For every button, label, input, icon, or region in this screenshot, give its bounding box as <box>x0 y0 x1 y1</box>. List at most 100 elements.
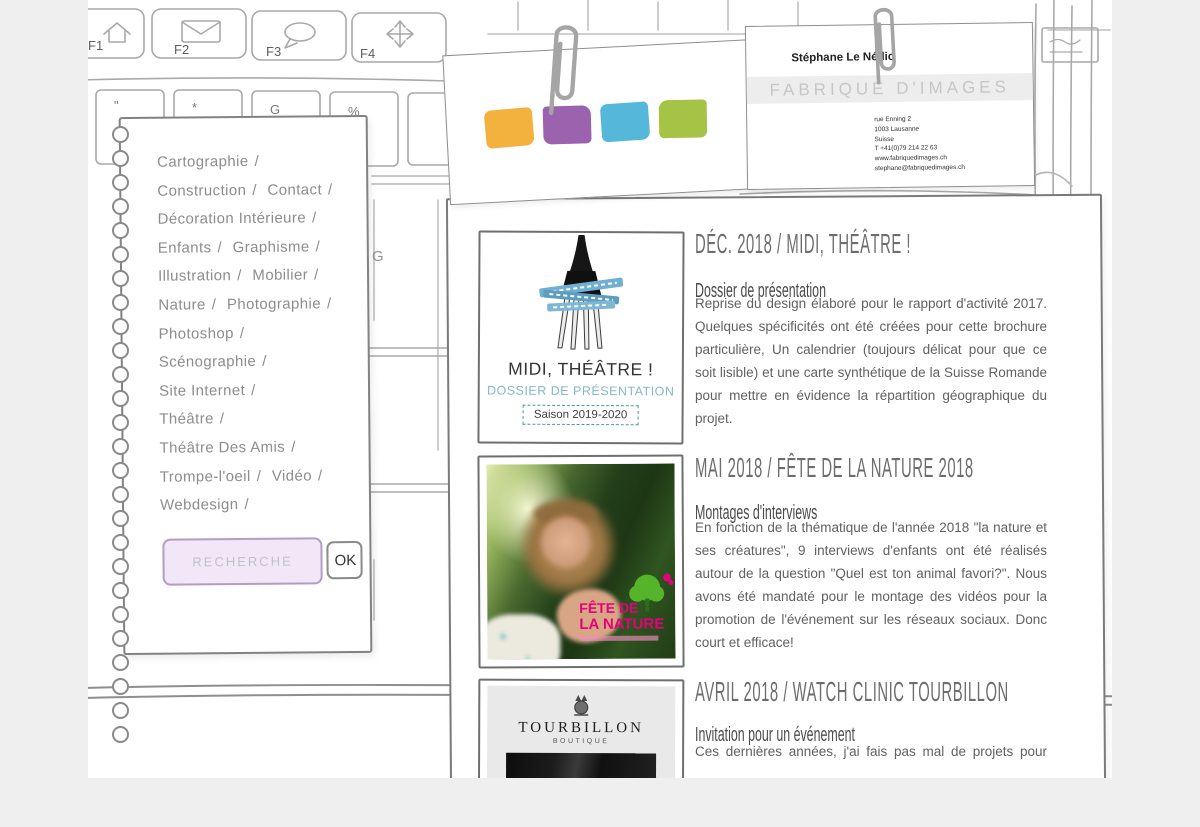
spiral-ring <box>112 510 129 527</box>
spiral-ring <box>112 150 129 167</box>
house-icon <box>104 23 130 42</box>
spiral-ring <box>112 246 129 263</box>
sidebar-item-decoration-interieure[interactable]: Décoration Intérieure <box>157 210 306 228</box>
sidebar-item-cartographie[interactable]: Cartographie <box>157 153 249 171</box>
spiral-ring <box>112 414 129 431</box>
sidebar-item-illustration[interactable]: Illustration <box>158 267 231 285</box>
sidebar-item-mobilier[interactable]: Mobilier <box>252 267 308 284</box>
category-nav: Cartographie/ Construction/Contact/ Déco… <box>157 147 360 520</box>
spiral-ring <box>112 558 129 575</box>
key-label-f4: F4 <box>360 46 375 61</box>
spiral-ring <box>112 486 129 503</box>
sidebar-item-site-internet[interactable]: Site Internet <box>159 382 245 400</box>
key-label-g-mid: G <box>372 248 384 265</box>
spiral-ring <box>112 126 129 143</box>
article-thumbnail-midi-theatre[interactable]: MIDI, THÉÂTRE ! DOSSIER DE PRÉSENTATION … <box>477 230 684 444</box>
spiral-ring <box>112 678 129 695</box>
search-ok-button[interactable]: OK <box>326 541 362 579</box>
nav-separator: / <box>328 181 332 198</box>
spiral-ring <box>112 606 129 623</box>
key-label-f1: F1 <box>88 38 103 53</box>
paperclip-icon <box>537 17 590 120</box>
crest-icon <box>570 692 592 716</box>
fork-icon <box>521 233 642 356</box>
sidebar-item-enfants[interactable]: Enfants <box>158 239 212 256</box>
arrows-icon <box>387 21 413 47</box>
sidebar-item-webdesign[interactable]: Webdesign <box>160 496 239 514</box>
sidebar-item-theatre-des-amis[interactable]: Théâtre Des Amis <box>159 439 285 457</box>
spiral-ring <box>112 318 129 335</box>
nav-separator: / <box>217 239 221 256</box>
spiral-ring <box>112 390 129 407</box>
article-title-fete-nature[interactable]: MAI 2018 / FÊTE DE LA NATURE 2018 <box>695 452 1055 484</box>
key-label-f3: F3 <box>266 44 281 59</box>
sidebar-item-theatre[interactable]: Théâtre <box>159 411 214 428</box>
spiral-ring <box>112 654 129 671</box>
spiral-ring <box>112 438 129 455</box>
sidebar-item-nature[interactable]: Nature <box>158 296 206 313</box>
spiral-ring <box>112 702 129 719</box>
sidebar-item-trompe-loeil[interactable]: Trompe-l'oeil <box>160 467 251 485</box>
page: F1 F2 F3 F4 " * G % G Cartographie/ Cons… <box>0 0 1200 827</box>
spiral-ring <box>112 534 129 551</box>
envelope-icon <box>182 21 220 42</box>
sidebar-item-construction[interactable]: Construction <box>157 182 246 200</box>
nav-separator: / <box>244 496 248 513</box>
nav-separator: / <box>251 382 255 399</box>
spiral-ring <box>112 630 129 647</box>
nav-separator: / <box>212 296 216 313</box>
spiral-binding <box>112 126 129 750</box>
sidebar-item-photoshop[interactable]: Photoshop <box>158 325 233 343</box>
article-thumbnail-fete-nature[interactable]: FÊTE DE LA NATURE <box>477 454 684 668</box>
sidebar-item-photographie[interactable]: Photographie <box>227 295 321 313</box>
thumb-title: MIDI, THÉÂTRE ! <box>508 359 653 381</box>
nav-separator: / <box>316 238 320 255</box>
sidebar-item-graphisme[interactable]: Graphisme <box>233 238 310 256</box>
logo-color-blobs <box>484 99 708 149</box>
spiral-ring <box>112 270 129 287</box>
sidebar-item-contact[interactable]: Contact <box>267 181 322 198</box>
article-title-midi-theatre[interactable]: DÉC. 2018 / MIDI, THÉÂTRE ! <box>695 228 1055 260</box>
nature-photo: FÊTE DE LA NATURE <box>486 464 675 660</box>
nav-separator: / <box>314 267 318 284</box>
thumb-subtitle: DOSSIER DE PRÉSENTATION <box>487 384 675 399</box>
color-blob-green <box>659 99 708 138</box>
nav-separator: / <box>255 153 259 170</box>
nav-separator: / <box>220 411 224 428</box>
sidebar-item-scenographie[interactable]: Scénographie <box>159 353 257 371</box>
address-line: stephane@fabriquedimages.ch <box>875 163 965 174</box>
color-blob-blue <box>600 101 651 142</box>
key-label-quote: " <box>114 98 119 113</box>
article-thumbnail-tourbillon[interactable]: TOURBILLON BOUTIQUE <box>478 679 685 778</box>
spiral-ring <box>112 366 129 383</box>
nav-separator: / <box>327 295 331 312</box>
nav-separator: / <box>252 181 256 198</box>
spiral-ring <box>112 294 129 311</box>
spiral-ring <box>112 342 129 359</box>
nav-separator: / <box>318 467 322 484</box>
watchmaking-photo <box>506 753 656 778</box>
sidebar-item-video[interactable]: Vidéo <box>272 467 312 484</box>
nav-separator: / <box>237 267 241 284</box>
paperclip-icon <box>862 1 906 87</box>
sidebar-notepad: Cartographie/ Construction/Contact/ Déco… <box>119 115 373 655</box>
spiral-ring <box>112 726 129 743</box>
fete-logo-tagline-bar <box>580 636 658 641</box>
spiral-ring <box>112 462 129 479</box>
article-title-tourbillon[interactable]: AVRIL 2018 / WATCH CLINIC TOURBILLON <box>695 676 1055 708</box>
fete-logo-line1: FÊTE DE <box>579 600 638 616</box>
business-card-address: rue Enning 2 1003 Lausanne Suisse T +41(… <box>874 114 965 174</box>
color-blob-orange <box>484 107 535 149</box>
nav-separator: / <box>262 353 266 370</box>
spiral-ring <box>112 582 129 599</box>
article-body: En fonction de la thématique de l'année … <box>695 516 1047 654</box>
key-label-f2: F2 <box>174 42 189 57</box>
search-input[interactable] <box>162 537 322 585</box>
tourbillon-brand: TOURBILLON <box>518 720 644 737</box>
nav-separator: / <box>291 439 295 456</box>
season-badge: Saison 2019-2020 <box>523 405 638 426</box>
nav-separator: / <box>312 210 316 227</box>
fete-logo-line2: LA NATURE <box>579 616 664 633</box>
site-canvas: F1 F2 F3 F4 " * G % G Cartographie/ Cons… <box>88 0 1112 778</box>
speech-bubble-icon <box>285 23 315 41</box>
